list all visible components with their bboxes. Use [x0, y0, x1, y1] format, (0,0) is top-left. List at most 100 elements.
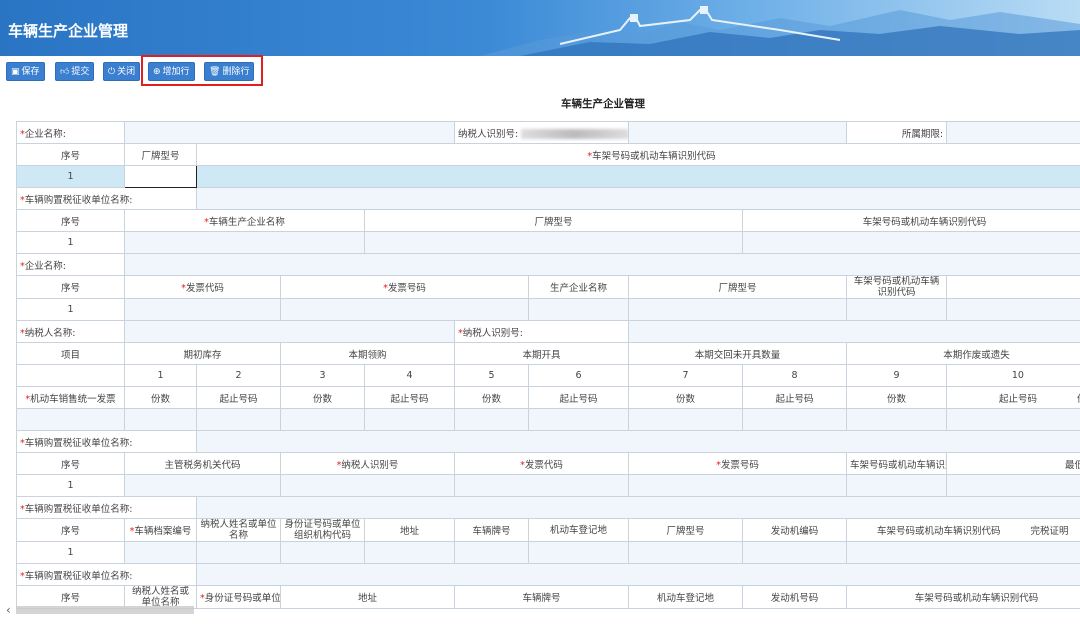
great-wall-banner	[480, 6, 1080, 56]
col-vin: 车架号码或机动车辆识别代码	[846, 452, 948, 475]
col-vin: 车架号码或机动车辆识别代码	[846, 585, 1080, 609]
col-num: 5	[454, 364, 529, 387]
reg-location-input[interactable]	[527, 541, 630, 564]
data-cell[interactable]	[196, 408, 281, 431]
col-invoice-number: *发票号码	[628, 452, 848, 475]
data-cell[interactable]	[124, 408, 197, 431]
row-number: 1	[16, 541, 125, 564]
thumbs-up-icon: 👍︎	[60, 67, 70, 77]
data-cell[interactable]	[364, 408, 455, 431]
model-input[interactable]	[124, 165, 197, 188]
col-tax-office-code: 主管税务机关代码	[124, 452, 281, 475]
col-taxpayer-id: *纳税人识别号	[280, 452, 455, 475]
row-number: 1	[16, 165, 125, 188]
col-num: 3	[280, 364, 365, 387]
model-input[interactable]	[363, 231, 744, 254]
col-num: 4	[364, 364, 455, 387]
tax-office-input[interactable]	[195, 563, 1080, 586]
taxpayer-id-input[interactable]	[280, 474, 455, 497]
company-name-input[interactable]	[124, 121, 455, 144]
col-address: 地址	[280, 585, 455, 609]
id-input[interactable]	[280, 541, 365, 564]
sub-col: 起止号码份数	[946, 386, 1080, 409]
col-invoice-code: *发票代码	[453, 452, 630, 475]
sub-col: 份数	[846, 386, 948, 409]
sub-col: 份数	[280, 386, 365, 409]
data-cell[interactable]	[280, 408, 365, 431]
col-id-no: 身份证号码或单位组织机构代码	[280, 518, 365, 542]
invoice-number-input[interactable]	[628, 474, 848, 497]
sub-col: 份数	[628, 386, 744, 409]
archive-input[interactable]	[124, 541, 197, 564]
tax-office-code-input[interactable]	[124, 474, 281, 497]
min-tax-input[interactable]	[946, 474, 1080, 497]
address-input[interactable]	[364, 541, 455, 564]
row-number: 1	[16, 298, 125, 321]
close-button[interactable]: ⏻ 关闭	[103, 62, 141, 81]
save-icon: ▣	[11, 67, 20, 77]
period-label: 所属期限:	[846, 121, 948, 144]
horizontal-scrollbar[interactable]	[16, 606, 194, 614]
invoice-code-input[interactable]	[124, 298, 281, 321]
col-taxpayer-name: 纳税人姓名或单位名称	[196, 518, 281, 542]
col-maker: 生产企业名称	[527, 275, 630, 299]
col-plate: 车辆牌号	[453, 585, 630, 609]
extra-input[interactable]	[946, 298, 1080, 321]
vin-input[interactable]	[846, 541, 1080, 564]
vin-input[interactable]	[846, 474, 948, 497]
col-engine: 发动机号码	[742, 585, 848, 609]
submit-button[interactable]: 👍︎ 提交	[55, 62, 95, 81]
company-name-input[interactable]	[123, 253, 1080, 276]
vin-input[interactable]	[742, 231, 1080, 254]
maker-input[interactable]	[124, 231, 365, 254]
col-vin: 车架号码或机动车辆识别代码 完税证明	[846, 518, 1080, 542]
sub-col: 份数	[454, 386, 529, 409]
data-cell[interactable]	[846, 408, 948, 431]
col-vin: 车架号码或机动车辆识别代码	[742, 209, 1080, 232]
engine-input[interactable]	[742, 541, 848, 564]
tax-office-label: *车辆购置税征收单位名称:	[16, 187, 197, 210]
data-cell[interactable]	[742, 408, 848, 431]
taxpayer-id-label: *纳税人识别号:	[453, 320, 630, 343]
model-input[interactable]	[628, 298, 848, 321]
scroll-left-arrow-icon[interactable]: ‹	[6, 603, 11, 617]
company-name-label: *企业名称:	[16, 121, 125, 144]
tax-office-input[interactable]	[195, 496, 1080, 519]
col-num: 7	[628, 364, 744, 387]
data-cell[interactable]	[16, 408, 125, 431]
col-seq: 序号	[16, 518, 125, 542]
col-model: 厂牌型号	[628, 518, 744, 542]
vin-input[interactable]	[846, 298, 948, 321]
taxpayer-name-input[interactable]	[124, 320, 455, 343]
maker-input[interactable]	[527, 298, 630, 321]
save-button[interactable]: ▣ 保存	[6, 62, 45, 81]
col-reg-location: 机动车登记地	[527, 518, 630, 542]
name-input[interactable]	[196, 541, 281, 564]
col-issued: 本期开具	[453, 342, 630, 365]
plate-input[interactable]	[454, 541, 529, 564]
col-model: 厂牌型号	[124, 143, 197, 166]
tax-office-input[interactable]	[195, 187, 1080, 210]
col-plate: 车辆牌号	[454, 518, 529, 542]
invoice-type-label: *机动车销售统一发票	[16, 386, 125, 409]
invoice-code-input[interactable]	[453, 474, 630, 497]
sub-col: 起止号码	[364, 386, 455, 409]
col-extra	[946, 275, 1080, 299]
taxpayer-name-label: *纳税人名称:	[16, 320, 125, 343]
col-num: 2	[196, 364, 281, 387]
taxpayer-id-input[interactable]	[628, 121, 848, 144]
model-input[interactable]	[628, 541, 744, 564]
data-cell[interactable]	[454, 408, 529, 431]
tax-office-input[interactable]	[195, 430, 1080, 453]
period-input[interactable]	[946, 121, 1080, 144]
col-min-tax: 最低计税	[946, 452, 1080, 475]
vin-input[interactable]	[195, 165, 1080, 188]
col-num: 6	[527, 364, 630, 387]
col-invoice-number: *发票号码	[280, 275, 529, 299]
col-address: 地址	[364, 518, 455, 542]
invoice-number-input[interactable]	[280, 298, 529, 321]
data-cell[interactable]	[527, 408, 630, 431]
taxpayer-id-input[interactable]	[628, 320, 1080, 343]
data-cell[interactable]	[946, 408, 1080, 431]
data-cell[interactable]	[628, 408, 744, 431]
